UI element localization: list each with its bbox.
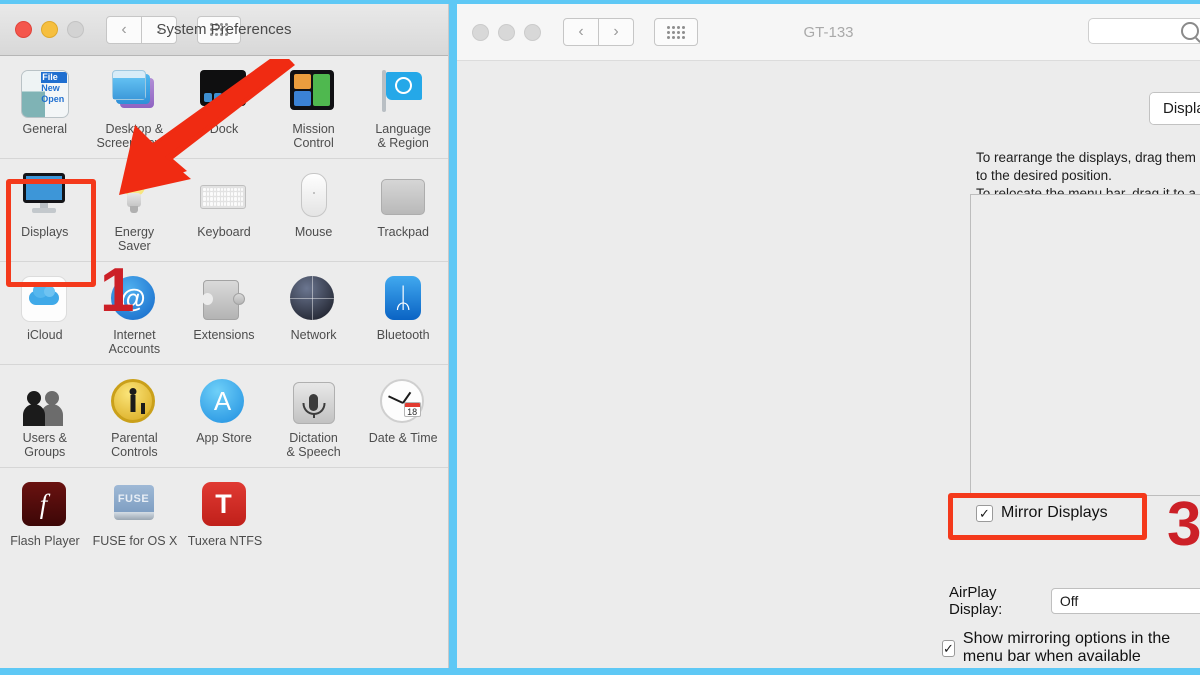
forward-button[interactable]: ›: [599, 18, 634, 46]
pref-label: Date & Time: [368, 431, 438, 445]
pref-item-tuxera-ntfs[interactable]: T Tuxera NTFS: [180, 482, 270, 556]
pref-item-network[interactable]: Network: [269, 276, 359, 350]
pref-item-trackpad[interactable]: Trackpad: [358, 173, 448, 247]
pref-item-icloud[interactable]: iCloud: [0, 276, 90, 350]
pref-label: Trackpad: [377, 225, 429, 239]
dictation-speech-icon: [290, 379, 337, 426]
minimize-button[interactable]: [498, 23, 515, 41]
airplay-display-row: AirPlay Display: Off ▲▼: [949, 584, 1200, 618]
tab-display[interactable]: Display: [1150, 93, 1200, 124]
airplay-display-value: Off: [1059, 593, 1079, 609]
display-arrangement-canvas[interactable]: [970, 194, 1200, 496]
pref-item-bluetooth[interactable]: ᛦ Bluetooth: [358, 276, 448, 350]
pref-label: Extensions: [193, 328, 255, 342]
grid-icon: [210, 23, 228, 36]
show-mirroring-options-row[interactable]: ✓ Show mirroring options in the menu bar…: [942, 630, 1200, 666]
flash-player-icon: f: [21, 482, 69, 529]
pref-label: Users & Groups: [22, 431, 68, 459]
airplay-display-label: AirPlay Display:: [949, 584, 1003, 618]
users-groups-icon: [21, 379, 68, 426]
grid-icon: [667, 25, 685, 39]
app-store-icon: A: [200, 379, 247, 426]
pref-row: f Flash Player FUSE FUSE for OS X T Tuxe…: [0, 468, 448, 556]
bluetooth-icon: ᛦ: [380, 276, 427, 323]
zoom-button[interactable]: [67, 21, 84, 38]
close-button[interactable]: [15, 21, 32, 38]
search-icon: [1181, 22, 1199, 40]
date-time-icon: 18: [379, 379, 427, 426]
pref-label: Tuxera NTFS: [187, 534, 263, 548]
show-mirroring-label: Show mirroring options in the menu bar w…: [962, 630, 1171, 665]
fuse-icon: FUSE: [112, 482, 159, 529]
close-button[interactable]: [472, 23, 489, 41]
nav-buttons-right: ‹ ›: [563, 18, 634, 46]
pref-item-flash-player[interactable]: f Flash Player: [0, 482, 90, 556]
tuxera-ntfs-icon: T: [201, 482, 249, 529]
airplay-display-select[interactable]: Off ▲▼: [1050, 588, 1200, 614]
parental-controls-icon: [110, 379, 158, 426]
pref-label: Network: [290, 328, 337, 342]
pref-label: Parental Controls: [111, 431, 158, 459]
pref-label: Flash Player: [10, 534, 80, 548]
back-button[interactable]: ‹: [563, 18, 599, 46]
displays-tab-bar: Display Arrangement Color Night Shift: [1149, 92, 1200, 125]
pref-label: Internet Accounts: [108, 328, 161, 356]
show-mirroring-checkbox[interactable]: ✓: [942, 639, 955, 657]
pref-label: Language & Region: [375, 122, 431, 150]
zoom-button[interactable]: [524, 23, 541, 41]
show-all-button[interactable]: [654, 18, 698, 46]
general-icon: File New Open: [21, 70, 70, 118]
desktop-screenshot: ‹ › System Preferences File New Open Gen…: [0, 0, 1200, 675]
network-icon: [290, 276, 337, 323]
pref-row: Users & Groups Parental Controls A App S…: [0, 365, 448, 468]
show-all-button[interactable]: [197, 15, 241, 44]
trackpad-icon: [380, 173, 427, 220]
pref-label: Dictation & Speech: [286, 431, 341, 459]
pref-label: FUSE for OS X: [92, 534, 178, 548]
instruction-line-1: To rearrange the displays, drag them to …: [976, 150, 1196, 183]
pref-item-language-region[interactable]: Language & Region: [358, 70, 448, 158]
traffic-lights-right: [472, 23, 541, 41]
nav-buttons-left: ‹ ›: [106, 15, 177, 44]
highlight-mirror-displays: [948, 493, 1147, 540]
back-button[interactable]: ‹: [106, 15, 142, 44]
pref-label: General: [22, 122, 68, 136]
pref-label: Energy Saver: [114, 225, 155, 253]
search-input[interactable]: [1088, 18, 1200, 44]
pref-item-fuse[interactable]: FUSE FUSE for OS X: [90, 482, 180, 556]
forward-button[interactable]: ›: [142, 15, 177, 44]
pref-label: Mouse: [294, 225, 333, 239]
pref-item-app-store[interactable]: A App Store: [179, 379, 269, 453]
pref-label: Keyboard: [197, 225, 251, 239]
pref-item-parental-controls[interactable]: Parental Controls: [90, 379, 180, 467]
annotation-step-1: 1: [100, 256, 135, 325]
minimize-button[interactable]: [41, 21, 58, 38]
extensions-icon: [200, 276, 247, 323]
pref-label: iCloud: [27, 328, 63, 342]
displays-window: ‹ › GT-133 Display Arrangement Color Nig…: [457, 4, 1200, 668]
pref-item-users-groups[interactable]: Users & Groups: [0, 379, 90, 467]
pref-item-extensions[interactable]: Extensions: [179, 276, 269, 350]
pref-label: App Store: [196, 431, 252, 445]
displays-titlebar: ‹ › GT-133: [457, 4, 1200, 61]
traffic-lights-left: [15, 21, 84, 38]
pref-item-date-time[interactable]: 18 Date & Time: [358, 379, 448, 453]
pref-item-dictation-speech[interactable]: Dictation & Speech: [269, 379, 359, 467]
system-preferences-window: ‹ › System Preferences File New Open Gen…: [0, 4, 449, 668]
annotation-step-3: 3: [1167, 490, 1200, 559]
system-preferences-titlebar: ‹ › System Preferences: [0, 4, 448, 56]
language-region-icon: [380, 70, 427, 117]
highlight-displays-pane: [6, 179, 96, 287]
pref-item-general[interactable]: File New Open General: [0, 70, 90, 144]
red-arrow-icon: [119, 59, 295, 195]
pref-label: Bluetooth: [376, 328, 430, 342]
